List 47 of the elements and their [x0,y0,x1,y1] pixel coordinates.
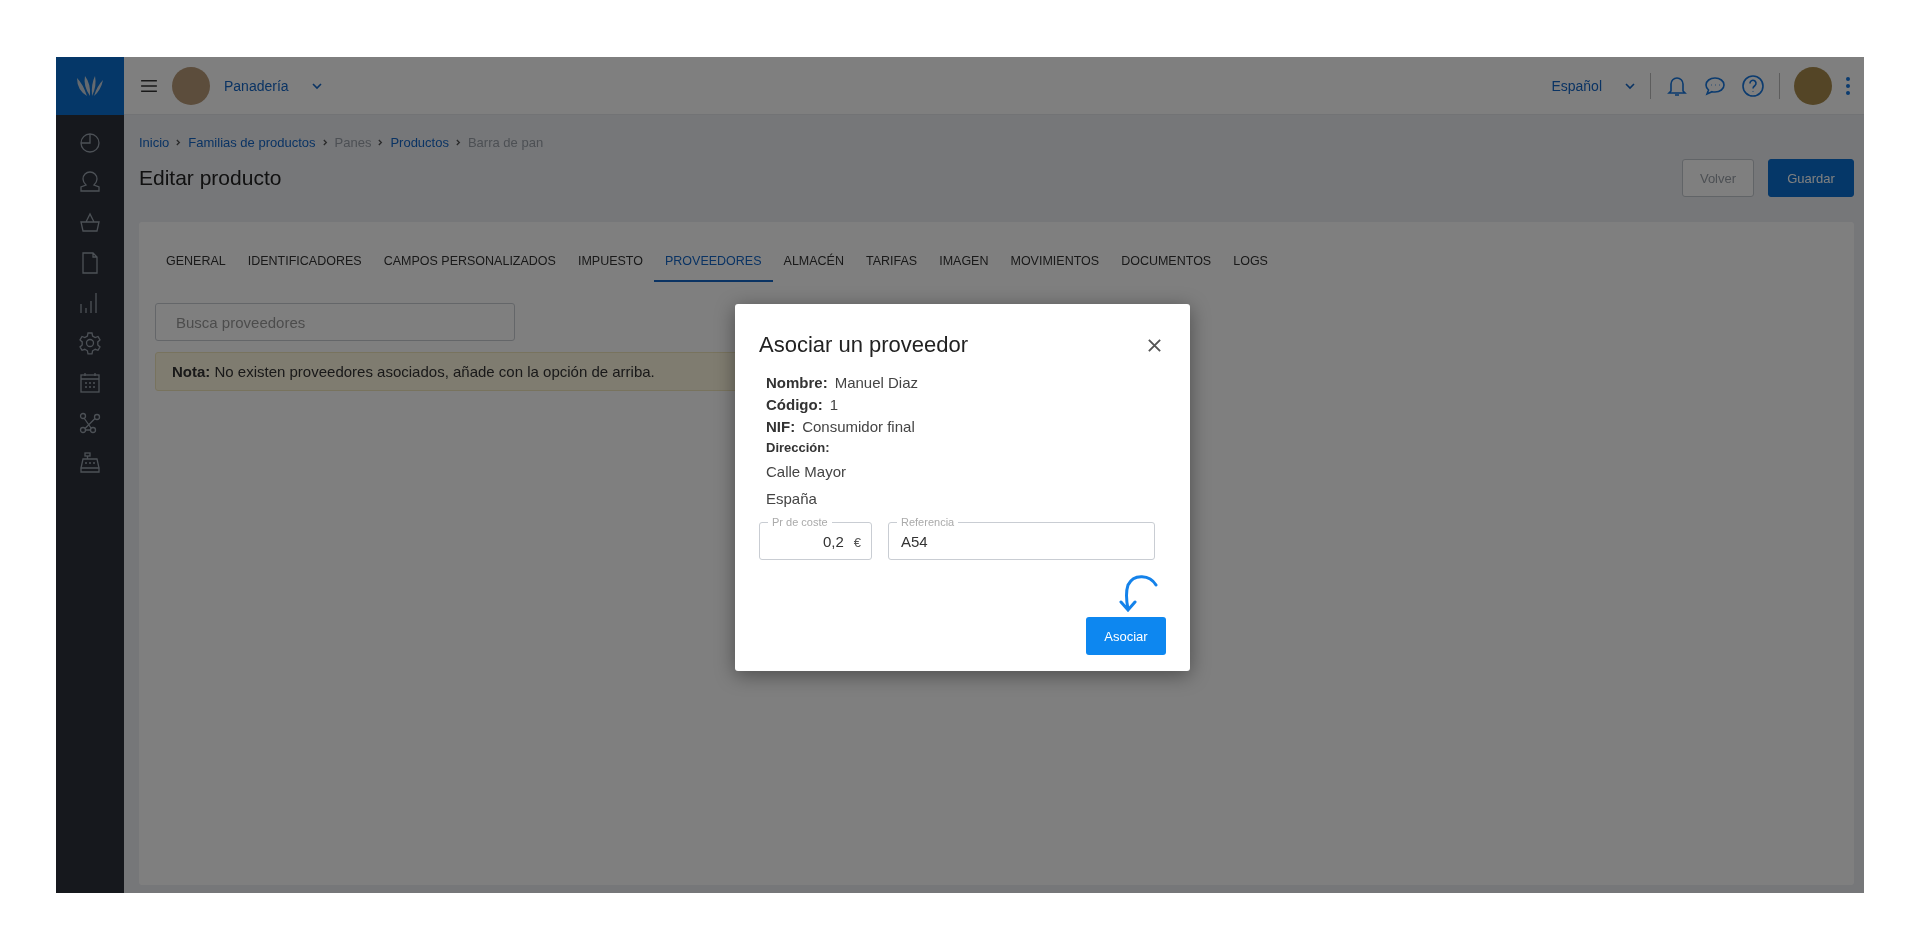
chevron-down-icon [1624,81,1636,90]
help-icon[interactable] [1741,73,1765,98]
network-icon[interactable] [78,411,102,435]
page-title: Editar producto [139,166,282,190]
tab[interactable]: PROVEEDORES [654,244,773,282]
breadcrumb-link[interactable]: Inicio [139,135,170,150]
avatar[interactable] [1794,66,1832,105]
tab[interactable]: TARIFAS [855,244,929,282]
breadcrumb-separator [176,139,182,146]
cash-register-icon[interactable] [78,451,102,475]
field-label: Dirección: [766,439,830,457]
pie-chart-icon[interactable] [78,131,102,155]
language-selector[interactable]: Español [1551,77,1636,94]
field-value: 1 [829,395,838,415]
address-line: Calle Mayor [766,462,847,482]
address-line: España [766,489,817,509]
breadcrumb-link[interactable]: Productos [390,135,449,150]
field-label: Nombre: [766,373,828,393]
close-icon[interactable] [1147,337,1162,353]
chevron-down-icon [310,81,323,90]
breadcrumb-separator [322,139,328,146]
tab[interactable]: IDENTIFICADORES [236,244,373,282]
settings-icon[interactable] [78,331,102,355]
tab[interactable]: CAMPOS PERSONALIZADOS [372,244,567,282]
menu-icon[interactable] [140,78,158,93]
breadcrumb-separator [378,139,384,146]
tab[interactable]: IMAGEN [928,244,1000,282]
tab[interactable]: IMPUESTO [566,244,654,282]
store-selector[interactable]: Panadería [224,77,323,94]
save-button[interactable]: Guardar [1768,159,1854,197]
breadcrumb-separator [455,139,461,146]
photo-placeholder [172,66,210,105]
tab[interactable]: LOGS [1222,244,1279,282]
basket-icon[interactable] [78,211,102,235]
tab[interactable]: GENERAL [155,244,237,282]
user-icon[interactable] [78,171,102,195]
field-value: Consumidor final [802,417,915,437]
field-label: NIF: [766,417,796,437]
tab[interactable]: MOVIMIENTOS [999,244,1111,282]
field-label: Código: [766,395,823,415]
associate-button[interactable]: Asociar [1086,617,1166,655]
calendar-icon[interactable] [78,371,102,395]
logo-icon[interactable] [56,57,124,115]
tab[interactable]: ALMACÉN [772,244,855,282]
breadcrumb-link[interactable]: Familias de productos [188,135,316,150]
tab[interactable]: DOCUMENTOS [1110,244,1223,282]
more-options-icon[interactable] [1846,75,1850,96]
